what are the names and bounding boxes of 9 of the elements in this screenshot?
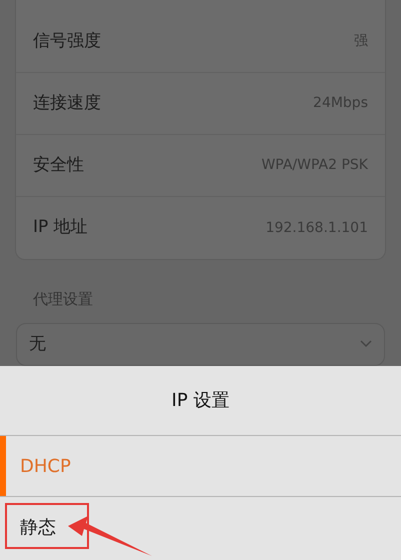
sheet-title: IP 设置: [0, 366, 401, 436]
row-label: 安全性: [33, 154, 84, 177]
row-label: 连接速度: [33, 92, 101, 115]
chevron-down-icon: [360, 340, 372, 348]
option-item[interactable]: DHCP: [20, 452, 71, 480]
proxy-dropdown[interactable]: 无: [16, 322, 385, 366]
row-label: IP 地址: [33, 216, 88, 240]
option-item[interactable]: 静态: [20, 514, 56, 541]
row-label: 信号强度: [33, 30, 101, 53]
